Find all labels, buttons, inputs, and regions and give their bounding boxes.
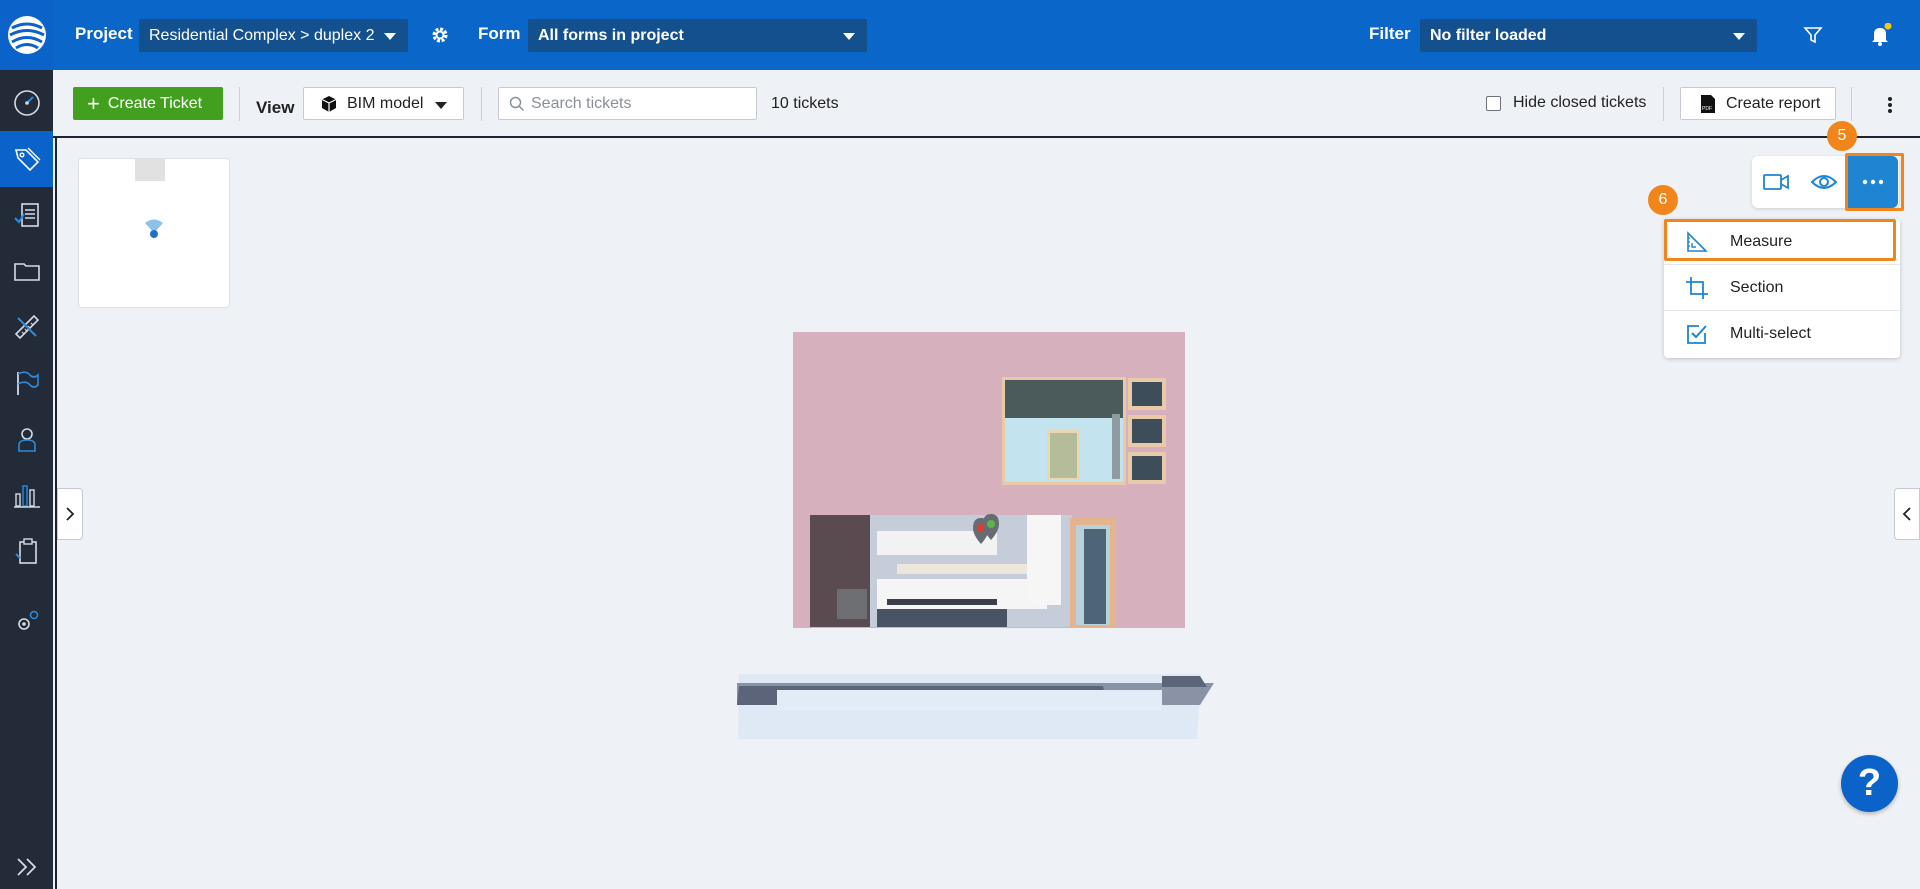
clipboard-icon: [14, 538, 37, 564]
form-select-value: All forms in project: [538, 27, 684, 44]
form-select[interactable]: All forms in project: [528, 19, 867, 52]
sidebar-item-dashboard[interactable]: [0, 75, 53, 131]
chevron-down-icon: [384, 33, 396, 40]
create-report-button[interactable]: PDF Create report: [1680, 87, 1836, 120]
viewer-more-menu: Measure Section Multi-select: [1664, 219, 1900, 358]
pdf-file-icon: PDF: [1701, 94, 1715, 113]
create-report-label: Create report: [1726, 94, 1821, 112]
project-select[interactable]: Residential Complex > duplex 2: [139, 19, 408, 52]
menu-item-measure[interactable]: Measure: [1664, 219, 1900, 265]
sidebar-item-measure[interactable]: [0, 299, 53, 355]
filter-select-value: No filter loaded: [1430, 27, 1547, 44]
search-input[interactable]: [531, 94, 741, 113]
pdf-icon-text: PDF: [1702, 106, 1712, 112]
menu-item-section[interactable]: Section: [1664, 265, 1900, 311]
create-ticket-label: Create Ticket: [107, 94, 203, 112]
double-chevron-right-icon: [16, 858, 36, 876]
chevron-down-icon: [435, 102, 447, 109]
minimap-floorplan: [135, 159, 165, 181]
chevron-down-icon: [1733, 33, 1745, 40]
project-label: Project: [75, 24, 133, 43]
app-root: Project Residential Complex > duplex 2 F…: [0, 0, 1920, 889]
app-logo[interactable]: [0, 0, 53, 70]
measure-icon: [1684, 229, 1710, 255]
toolbar-divider: [1663, 87, 1664, 121]
filter-select[interactable]: No filter loaded: [1420, 19, 1757, 52]
sidebar-item-users[interactable]: [0, 411, 53, 467]
right-panel-toggle[interactable]: [1894, 488, 1920, 540]
menu-item-measure-label: Measure: [1730, 232, 1793, 250]
sidebar-item-milestones[interactable]: [0, 355, 53, 411]
bim-model-canvas[interactable]: [57, 139, 1920, 889]
menu-item-multi-select[interactable]: Multi-select: [1664, 311, 1900, 357]
menu-item-multi-select-label: Multi-select: [1730, 325, 1811, 342]
visibility-button[interactable]: [1800, 156, 1848, 208]
bar-chart-icon: [13, 485, 40, 508]
camera-position-icon: [145, 219, 163, 238]
folder-icon: [13, 263, 40, 281]
ellipsis-icon: [1862, 179, 1884, 185]
gears-icon: [17, 610, 38, 630]
notifications-button[interactable]: [1868, 22, 1894, 48]
view-select-value: BIM model: [347, 94, 424, 112]
sidebar-item-documents[interactable]: [0, 243, 53, 299]
filter-label: Filter: [1369, 24, 1411, 43]
filter-button[interactable]: [1800, 22, 1826, 48]
kebab-menu-icon: [1888, 97, 1892, 113]
search-box[interactable]: [498, 87, 757, 120]
gauge-icon: [13, 90, 40, 116]
toolbar-divider: [1851, 87, 1852, 121]
menu-item-section-label: Section: [1730, 278, 1784, 296]
ruler-pencil-icon: [14, 314, 39, 340]
user-icon: [17, 428, 36, 452]
project-settings-button[interactable]: [427, 22, 453, 48]
minimap[interactable]: [78, 158, 230, 308]
hide-closed-checkbox[interactable]: [1486, 95, 1501, 111]
chevron-right-icon: [66, 507, 75, 521]
step-badge-5: 5: [1827, 121, 1857, 151]
left-panel-toggle[interactable]: [57, 488, 83, 540]
flag-icon: [16, 371, 39, 395]
chevron-left-icon: [1902, 507, 1911, 521]
checkbox-checked-icon: [1684, 321, 1710, 347]
chevron-down-icon: [843, 33, 855, 40]
top-bar: Project Residential Complex > duplex 2 F…: [53, 0, 1920, 70]
funnel-icon: [1803, 27, 1823, 44]
gear-icon: [432, 27, 448, 43]
viewer-more-button[interactable]: [1848, 156, 1898, 208]
sidebar-expand-button[interactable]: [0, 845, 53, 889]
help-button[interactable]: ?: [1841, 755, 1898, 812]
create-ticket-button[interactable]: + Create Ticket: [73, 87, 223, 120]
bim-viewer[interactable]: [57, 139, 1920, 889]
sidebar-item-settings[interactable]: [0, 593, 53, 649]
view-select[interactable]: BIM model: [303, 87, 464, 120]
crop-icon: [1684, 275, 1710, 301]
sidebar-item-checklists[interactable]: [0, 523, 53, 579]
toolbar-divider: [481, 87, 482, 121]
camera-button[interactable]: [1752, 156, 1800, 208]
eye-icon: [1810, 175, 1838, 189]
tickets-toolbar: + Create Ticket View BIM model 10 ticket…: [53, 70, 1920, 138]
video-camera-icon: [1763, 174, 1789, 190]
project-select-value: Residential Complex > duplex 2: [149, 27, 375, 44]
logo-icon: [7, 16, 46, 54]
bell-icon: [1872, 23, 1892, 46]
view-label: View: [256, 98, 295, 117]
step-badge-6: 6: [1648, 185, 1678, 215]
hide-closed-label: Hide closed tickets: [1513, 94, 1647, 111]
cube-icon: [321, 95, 337, 112]
plus-icon: +: [87, 90, 100, 116]
sidebar-item-reports[interactable]: [0, 467, 53, 523]
more-options-button[interactable]: [1880, 92, 1900, 118]
tag-icon: [14, 147, 40, 172]
document-check-icon: [13, 203, 39, 227]
sidebar-item-forms[interactable]: [0, 187, 53, 243]
search-icon: [509, 96, 525, 112]
toolbar-divider: [239, 87, 240, 121]
form-label: Form: [478, 24, 521, 43]
sidebar-item-tickets[interactable]: [0, 131, 53, 187]
ticket-count: 10 tickets: [771, 95, 839, 112]
hide-closed-toggle[interactable]: Hide closed tickets: [1486, 94, 1646, 112]
left-sidebar: [0, 0, 53, 889]
